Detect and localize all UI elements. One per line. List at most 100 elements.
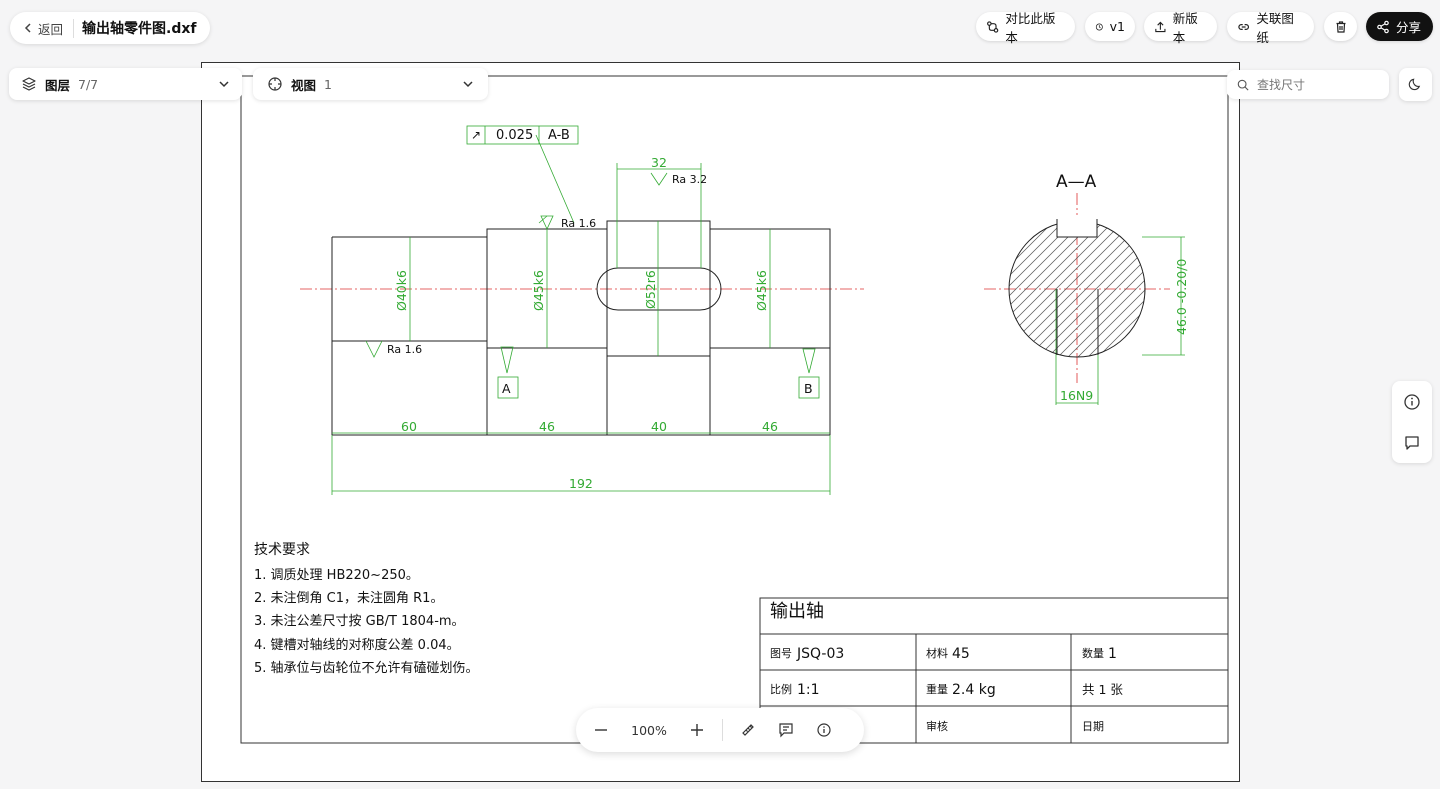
part-name: 输出轴: [770, 601, 824, 622]
drawing-no-label: 图号: [770, 647, 792, 660]
keyway-width-dim: 16N9: [1060, 388, 1093, 403]
segment-dim-3: 40: [651, 419, 667, 434]
ruler-icon: [742, 724, 754, 736]
scale: 1:1: [797, 682, 820, 698]
comment-button[interactable]: [1392, 422, 1432, 463]
diameter-dim-2: Ø45k6: [531, 270, 546, 311]
chevron-left-icon: [24, 23, 31, 33]
section-title: A—A: [1056, 172, 1097, 192]
material-label: 材料: [926, 646, 948, 660]
shaft-outline: [331, 220, 831, 436]
diameter-dim-4: Ø45k6: [754, 270, 769, 311]
tech-item-4: 4. 键槽对轴线的对称度公差 0.04。: [254, 637, 460, 653]
compare-icon: [987, 20, 999, 33]
search-icon: [1237, 79, 1249, 91]
drawing-sheet[interactable]: 0.025 A-B ↗ 32 Ra 3.2 Ra 1.6 Ra 1.6 Ø40k…: [201, 62, 1240, 782]
tech-requirements: 技术要求 1. 调质处理 HB220~250。 2. 未注倒角 C1，未注圆角 …: [254, 542, 479, 676]
delete-button[interactable]: [1324, 12, 1357, 41]
chevron-down-icon: [463, 81, 473, 88]
theme-toggle-button[interactable]: [1399, 68, 1432, 101]
layers-dropdown[interactable]: 图层 7/7: [9, 68, 242, 100]
gdt-value: 0.025: [496, 128, 533, 143]
datum-b-label: B: [804, 381, 813, 396]
date-label: 日期: [1082, 720, 1104, 733]
views-count: 1: [324, 76, 332, 92]
qty: 1: [1108, 646, 1117, 662]
tech-item-3: 3. 未注公差尺寸按 GB/T 1804-m。: [254, 614, 465, 629]
comment-icon: [1405, 435, 1419, 450]
zoom-out-button[interactable]: [582, 708, 620, 752]
share-icon: [1377, 20, 1389, 33]
scale-label: 比例: [770, 682, 792, 696]
material: 45: [952, 646, 970, 662]
qty-label: 数量: [1082, 647, 1104, 660]
minus-icon: [595, 729, 607, 731]
layers-label: 图层: [45, 77, 71, 93]
file-name: 输出轴零件图.dxf: [82, 21, 197, 37]
diameter-dim-3: Ø52r6: [643, 270, 658, 309]
gdt-symbol: ↗: [471, 128, 481, 142]
roughness-label-1: Ra 3.2: [672, 173, 707, 186]
side-toolbar: [1392, 381, 1432, 463]
crosshair-icon: [268, 77, 282, 91]
tech-item-1: 1. 调质处理 HB220~250。: [254, 568, 419, 583]
version-label: v1: [1109, 19, 1125, 34]
tech-heading: 技术要求: [254, 542, 310, 558]
weight: 2.4 kg: [952, 682, 996, 698]
total-length-dim: 192: [569, 476, 593, 491]
gdt-datum: A-B: [548, 128, 570, 143]
cad-drawing-canvas[interactable]: 0.025 A-B ↗ 32 Ra 3.2 Ra 1.6 Ra 1.6 Ø40k…: [202, 63, 1241, 783]
link-icon: [1238, 23, 1250, 30]
annotate-button[interactable]: [767, 708, 805, 752]
zoom-toolbar: 100%: [576, 708, 864, 752]
info-icon: [1404, 393, 1420, 410]
tech-item-5: 5. 轴承位与齿轮位不允许有磕碰划伤。: [254, 660, 479, 676]
info-circle-icon: [817, 723, 831, 737]
toolbar-divider: [722, 719, 723, 741]
annotation-icon: [779, 723, 793, 738]
file-header: 返回 输出轴零件图.dxf: [10, 12, 210, 44]
search-input[interactable]: [1255, 76, 1379, 93]
roughness-label-2: Ra 1.6: [561, 217, 596, 230]
segment-dim-2: 46: [539, 419, 555, 434]
zoom-level: 100%: [631, 722, 667, 738]
plus-icon: [691, 724, 703, 736]
zoom-in-button[interactable]: [678, 708, 716, 752]
properties-button[interactable]: [805, 708, 843, 752]
section-height-dim: 46.0 -0.20/0: [1174, 259, 1189, 335]
link-drawing-button[interactable]: 关联图纸: [1227, 11, 1314, 45]
segment-dim-1: 60: [401, 419, 417, 434]
weight-label: 重量: [926, 682, 948, 696]
views-dropdown[interactable]: 视图 1: [253, 68, 488, 100]
layers-count: 7/7: [78, 76, 99, 92]
views-label: 视图: [291, 77, 317, 93]
compare-version-label: 对比此版本: [1005, 10, 1056, 45]
back-label: 返回: [38, 21, 64, 37]
trash-icon: [1336, 20, 1345, 33]
share-button[interactable]: 分享: [1366, 12, 1433, 41]
history-icon: [1095, 23, 1103, 30]
version-button[interactable]: v1: [1085, 12, 1135, 41]
new-version-label: 新版本: [1172, 10, 1198, 45]
compare-version-button[interactable]: 对比此版本: [976, 11, 1075, 45]
review-label: 审核: [926, 719, 948, 733]
new-version-button[interactable]: 新版本: [1144, 11, 1217, 45]
info-button[interactable]: [1392, 381, 1432, 422]
link-drawing-label: 关联图纸: [1256, 10, 1294, 45]
roughness-symbols: [365, 172, 668, 358]
dimension-search[interactable]: [1227, 70, 1389, 99]
drawing-no: JSQ-03: [796, 646, 844, 662]
measure-button[interactable]: [729, 708, 767, 752]
share-label: 分享: [1396, 20, 1422, 35]
tech-item-2: 2. 未注倒角 C1，未注圆角 R1。: [254, 591, 443, 606]
datum-a-label: A: [502, 381, 511, 396]
roughness-label-3: Ra 1.6: [387, 343, 422, 356]
sheets: 共 1 张: [1082, 682, 1123, 697]
chevron-down-icon: [219, 81, 229, 88]
section-view-a-a: [1008, 215, 1146, 358]
keyway-length-dim: 32: [651, 155, 667, 170]
segment-dim-4: 46: [762, 419, 778, 434]
back-button[interactable]: 返回: [22, 18, 75, 38]
upload-icon: [1155, 21, 1166, 32]
layers-icon: [22, 77, 36, 91]
